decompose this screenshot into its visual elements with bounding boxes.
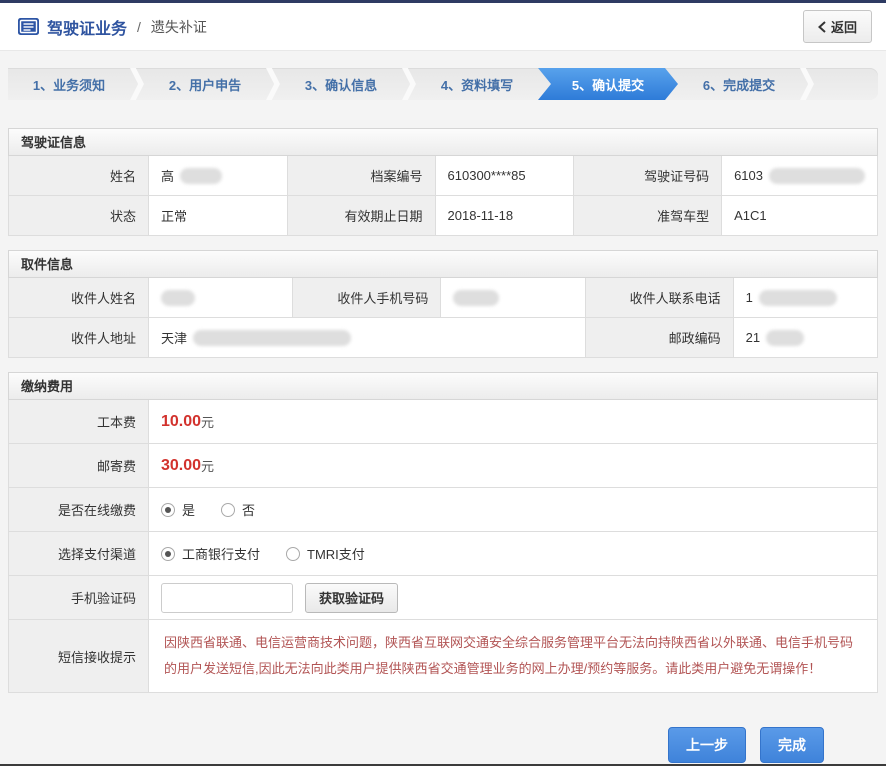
license-menu-icon <box>18 18 39 35</box>
recipient-name-value <box>149 278 293 318</box>
card-fee-amount: 10.00 <box>161 413 201 431</box>
section-title-pickup: 取件信息 <box>8 250 878 278</box>
page-header: 驾驶证业务 / 遗失补证 返回 <box>0 3 886 51</box>
step-6-complete-submit[interactable]: 6、完成提交 <box>678 68 800 100</box>
sms-notice-text: 因陕西省联通、电信运营商技术问题，陕西省互联网交通安全综合服务管理平台无法向持陕… <box>149 620 878 693</box>
radio-channel-tmri[interactable]: TMRI支付 <box>286 544 365 563</box>
radio-selected-icon[interactable] <box>161 547 175 561</box>
breadcrumb-separator: / <box>137 19 141 35</box>
postage-fee-amount: 30.00 <box>161 457 201 475</box>
back-button-label: 返回 <box>831 17 857 36</box>
section-pickup-info: 取件信息 收件人姓名 收件人手机号码 收件人联系电话 1 收件人地址 天津 邮政… <box>8 250 878 358</box>
license-no-label: 驾驶证号码 <box>574 156 722 196</box>
radio-online-yes[interactable]: 是 <box>161 500 195 519</box>
redacted-value <box>766 330 804 346</box>
step-separator-chevron <box>402 68 416 100</box>
sms-code-label: 手机验证码 <box>9 576 149 620</box>
redacted-value <box>759 290 837 306</box>
radio-online-no-label: 否 <box>242 500 255 519</box>
sms-notice-label: 短信接收提示 <box>9 620 149 693</box>
postcode-label: 邮政编码 <box>586 318 734 358</box>
online-payment-options: 是 否 <box>149 488 878 532</box>
vehicle-class-value: A1C1 <box>722 196 878 236</box>
step-5-confirm-submit-active[interactable]: 5、确认提交 <box>538 68 678 100</box>
name-value: 高 <box>149 156 288 196</box>
radio-channel-icbc-label: 工商银行支付 <box>182 544 260 563</box>
file-no-value: 610300****85 <box>436 156 575 196</box>
sms-code-input[interactable] <box>161 583 293 613</box>
vehicle-class-label: 准驾车型 <box>574 196 722 236</box>
previous-step-button[interactable]: 上一步 <box>668 727 746 763</box>
radio-selected-icon[interactable] <box>161 503 175 517</box>
recipient-phone-label: 收件人联系电话 <box>586 278 734 318</box>
payment-channel-options: 工商银行支付 TMRI支付 <box>149 532 878 576</box>
card-fee-value: 10.00 元 <box>149 400 878 444</box>
radio-online-yes-label: 是 <box>182 500 195 519</box>
postage-fee-unit: 元 <box>201 456 214 475</box>
step-separator-chevron <box>130 68 144 100</box>
card-fee-unit: 元 <box>201 412 214 431</box>
license-no-value: 6103 <box>722 156 878 196</box>
chevron-left-icon <box>818 21 826 33</box>
status-label: 状态 <box>9 196 149 236</box>
expiry-label: 有效期止日期 <box>288 196 436 236</box>
redacted-value <box>193 330 351 346</box>
section-title-payment: 缴纳费用 <box>8 372 878 400</box>
step-1-notice[interactable]: 1、业务须知 <box>8 68 130 100</box>
recipient-mobile-value <box>441 278 585 318</box>
finish-button[interactable]: 完成 <box>760 727 824 763</box>
recipient-name-label: 收件人姓名 <box>9 278 149 318</box>
step-3-confirm-info[interactable]: 3、确认信息 <box>280 68 402 100</box>
expiry-value: 2018-11-18 <box>436 196 575 236</box>
card-fee-label: 工本费 <box>9 400 149 444</box>
postage-fee-label: 邮寄费 <box>9 444 149 488</box>
section-payment: 缴纳费用 工本费 10.00 元 邮寄费 30.00 元 是否在线缴费 是 否 <box>8 372 878 693</box>
recipient-address-value: 天津 <box>149 318 586 358</box>
file-no-label: 档案编号 <box>288 156 436 196</box>
page-title: 驾驶证业务 <box>47 15 127 39</box>
postage-fee-value: 30.00 元 <box>149 444 878 488</box>
recipient-mobile-label: 收件人手机号码 <box>293 278 441 318</box>
sms-code-row: 获取验证码 <box>149 576 878 620</box>
radio-unselected-icon[interactable] <box>221 503 235 517</box>
redacted-value <box>769 168 865 184</box>
postcode-value: 21 <box>734 318 878 358</box>
radio-unselected-icon[interactable] <box>286 547 300 561</box>
name-label: 姓名 <box>9 156 149 196</box>
redacted-value <box>161 290 195 306</box>
status-value: 正常 <box>149 196 288 236</box>
redacted-value <box>180 168 222 184</box>
breadcrumb: 驾驶证业务 / 遗失补证 <box>18 15 207 39</box>
back-button[interactable]: 返回 <box>803 10 872 43</box>
recipient-phone-value: 1 <box>734 278 878 318</box>
recipient-address-label: 收件人地址 <box>9 318 149 358</box>
radio-channel-tmri-label: TMRI支付 <box>307 544 365 563</box>
step-separator-chevron <box>266 68 280 100</box>
section-title-license: 驾驶证信息 <box>8 128 878 156</box>
online-payment-label: 是否在线缴费 <box>9 488 149 532</box>
footer-actions: 上一步 完成 <box>0 727 824 763</box>
radio-channel-icbc[interactable]: 工商银行支付 <box>161 544 260 563</box>
section-license-info: 驾驶证信息 姓名 高 档案编号 610300****85 驾驶证号码 6103 … <box>8 128 878 236</box>
step-progress-bar: 1、业务须知 2、用户申告 3、确认信息 4、资料填写 5、确认提交 6、完成提… <box>8 68 878 100</box>
step-4-fill-data[interactable]: 4、资料填写 <box>416 68 538 100</box>
radio-online-no[interactable]: 否 <box>221 500 255 519</box>
breadcrumb-current: 遗失补证 <box>151 17 207 37</box>
step-separator-chevron <box>800 68 814 100</box>
get-sms-code-button[interactable]: 获取验证码 <box>305 583 398 613</box>
redacted-value <box>453 290 499 306</box>
payment-channel-label: 选择支付渠道 <box>9 532 149 576</box>
step-2-declaration[interactable]: 2、用户申告 <box>144 68 266 100</box>
